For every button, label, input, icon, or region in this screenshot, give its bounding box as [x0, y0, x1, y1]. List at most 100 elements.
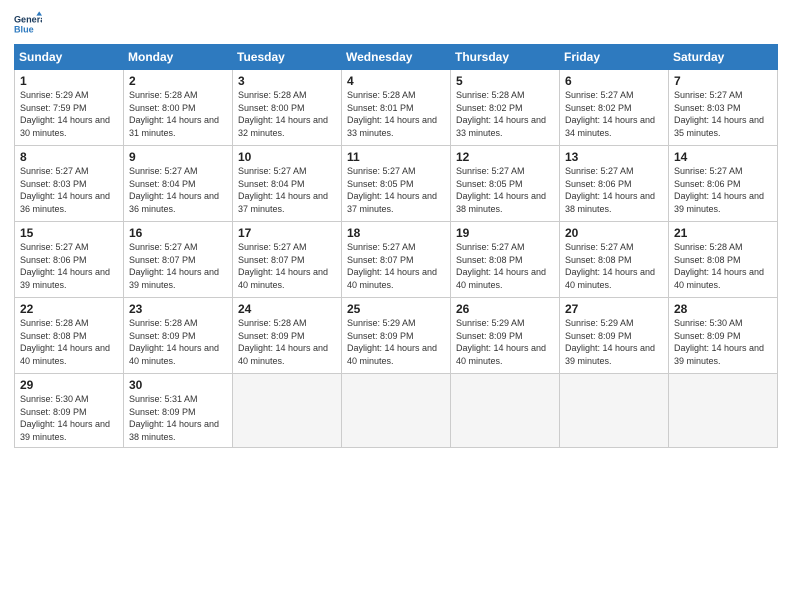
day-info: Sunrise: 5:28 AM Sunset: 8:00 PM Dayligh… [238, 89, 336, 139]
day-info: Sunrise: 5:27 AM Sunset: 8:06 PM Dayligh… [20, 241, 118, 291]
day-info: Sunrise: 5:27 AM Sunset: 8:08 PM Dayligh… [565, 241, 663, 291]
day-number: 15 [20, 226, 118, 240]
week-row: 1 Sunrise: 5:29 AM Sunset: 7:59 PM Dayli… [15, 70, 778, 146]
day-info: Sunrise: 5:30 AM Sunset: 8:09 PM Dayligh… [20, 393, 118, 443]
calendar-cell [342, 374, 451, 448]
day-number: 2 [129, 74, 227, 88]
day-info: Sunrise: 5:27 AM Sunset: 8:06 PM Dayligh… [565, 165, 663, 215]
day-info: Sunrise: 5:28 AM Sunset: 8:08 PM Dayligh… [674, 241, 772, 291]
day-info: Sunrise: 5:27 AM Sunset: 8:03 PM Dayligh… [20, 165, 118, 215]
day-number: 1 [20, 74, 118, 88]
calendar-cell [233, 374, 342, 448]
day-info: Sunrise: 5:27 AM Sunset: 8:04 PM Dayligh… [129, 165, 227, 215]
calendar-cell [451, 374, 560, 448]
day-info: Sunrise: 5:28 AM Sunset: 8:02 PM Dayligh… [456, 89, 554, 139]
calendar-cell: 30 Sunrise: 5:31 AM Sunset: 8:09 PM Dayl… [124, 374, 233, 448]
weekday-header: Wednesday [342, 45, 451, 70]
calendar-cell: 19 Sunrise: 5:27 AM Sunset: 8:08 PM Dayl… [451, 222, 560, 298]
day-number: 9 [129, 150, 227, 164]
calendar-cell: 17 Sunrise: 5:27 AM Sunset: 8:07 PM Dayl… [233, 222, 342, 298]
weekday-header: Tuesday [233, 45, 342, 70]
calendar-cell [669, 374, 778, 448]
day-number: 30 [129, 378, 227, 392]
day-number: 17 [238, 226, 336, 240]
calendar-cell: 12 Sunrise: 5:27 AM Sunset: 8:05 PM Dayl… [451, 146, 560, 222]
week-row: 22 Sunrise: 5:28 AM Sunset: 8:08 PM Dayl… [15, 298, 778, 374]
logo: General Blue [14, 10, 44, 38]
weekday-header: Sunday [15, 45, 124, 70]
calendar-cell: 2 Sunrise: 5:28 AM Sunset: 8:00 PM Dayli… [124, 70, 233, 146]
day-info: Sunrise: 5:31 AM Sunset: 8:09 PM Dayligh… [129, 393, 227, 443]
calendar-table: SundayMondayTuesdayWednesdayThursdayFrid… [14, 44, 778, 448]
day-number: 27 [565, 302, 663, 316]
day-info: Sunrise: 5:29 AM Sunset: 8:09 PM Dayligh… [565, 317, 663, 367]
calendar-cell: 26 Sunrise: 5:29 AM Sunset: 8:09 PM Dayl… [451, 298, 560, 374]
calendar-cell: 6 Sunrise: 5:27 AM Sunset: 8:02 PM Dayli… [560, 70, 669, 146]
day-info: Sunrise: 5:27 AM Sunset: 8:07 PM Dayligh… [238, 241, 336, 291]
week-row: 29 Sunrise: 5:30 AM Sunset: 8:09 PM Dayl… [15, 374, 778, 448]
day-number: 21 [674, 226, 772, 240]
calendar-cell: 27 Sunrise: 5:29 AM Sunset: 8:09 PM Dayl… [560, 298, 669, 374]
weekday-header-row: SundayMondayTuesdayWednesdayThursdayFrid… [15, 45, 778, 70]
day-number: 22 [20, 302, 118, 316]
day-info: Sunrise: 5:28 AM Sunset: 8:08 PM Dayligh… [20, 317, 118, 367]
day-number: 23 [129, 302, 227, 316]
day-number: 7 [674, 74, 772, 88]
calendar-cell: 25 Sunrise: 5:29 AM Sunset: 8:09 PM Dayl… [342, 298, 451, 374]
day-number: 13 [565, 150, 663, 164]
calendar-cell: 9 Sunrise: 5:27 AM Sunset: 8:04 PM Dayli… [124, 146, 233, 222]
svg-text:General: General [14, 15, 42, 25]
day-number: 29 [20, 378, 118, 392]
calendar-cell: 3 Sunrise: 5:28 AM Sunset: 8:00 PM Dayli… [233, 70, 342, 146]
calendar-cell: 16 Sunrise: 5:27 AM Sunset: 8:07 PM Dayl… [124, 222, 233, 298]
calendar-cell: 13 Sunrise: 5:27 AM Sunset: 8:06 PM Dayl… [560, 146, 669, 222]
day-info: Sunrise: 5:27 AM Sunset: 8:05 PM Dayligh… [456, 165, 554, 215]
day-number: 4 [347, 74, 445, 88]
calendar-cell: 1 Sunrise: 5:29 AM Sunset: 7:59 PM Dayli… [15, 70, 124, 146]
calendar-cell: 20 Sunrise: 5:27 AM Sunset: 8:08 PM Dayl… [560, 222, 669, 298]
calendar-cell: 21 Sunrise: 5:28 AM Sunset: 8:08 PM Dayl… [669, 222, 778, 298]
calendar-cell [560, 374, 669, 448]
calendar-cell: 4 Sunrise: 5:28 AM Sunset: 8:01 PM Dayli… [342, 70, 451, 146]
day-info: Sunrise: 5:30 AM Sunset: 8:09 PM Dayligh… [674, 317, 772, 367]
day-number: 25 [347, 302, 445, 316]
day-info: Sunrise: 5:28 AM Sunset: 8:09 PM Dayligh… [129, 317, 227, 367]
day-number: 16 [129, 226, 227, 240]
calendar-cell: 7 Sunrise: 5:27 AM Sunset: 8:03 PM Dayli… [669, 70, 778, 146]
calendar-cell: 15 Sunrise: 5:27 AM Sunset: 8:06 PM Dayl… [15, 222, 124, 298]
day-number: 18 [347, 226, 445, 240]
weekday-header: Friday [560, 45, 669, 70]
day-info: Sunrise: 5:29 AM Sunset: 8:09 PM Dayligh… [347, 317, 445, 367]
calendar-cell: 28 Sunrise: 5:30 AM Sunset: 8:09 PM Dayl… [669, 298, 778, 374]
weekday-header: Thursday [451, 45, 560, 70]
calendar-cell: 23 Sunrise: 5:28 AM Sunset: 8:09 PM Dayl… [124, 298, 233, 374]
calendar-cell: 5 Sunrise: 5:28 AM Sunset: 8:02 PM Dayli… [451, 70, 560, 146]
day-number: 19 [456, 226, 554, 240]
day-info: Sunrise: 5:27 AM Sunset: 8:02 PM Dayligh… [565, 89, 663, 139]
week-row: 8 Sunrise: 5:27 AM Sunset: 8:03 PM Dayli… [15, 146, 778, 222]
page: General Blue SundayMondayTuesdayWednesda… [0, 0, 792, 612]
day-number: 24 [238, 302, 336, 316]
day-info: Sunrise: 5:29 AM Sunset: 8:09 PM Dayligh… [456, 317, 554, 367]
weekday-header: Saturday [669, 45, 778, 70]
day-number: 6 [565, 74, 663, 88]
day-number: 3 [238, 74, 336, 88]
day-number: 14 [674, 150, 772, 164]
calendar-cell: 8 Sunrise: 5:27 AM Sunset: 8:03 PM Dayli… [15, 146, 124, 222]
day-info: Sunrise: 5:27 AM Sunset: 8:05 PM Dayligh… [347, 165, 445, 215]
day-number: 26 [456, 302, 554, 316]
svg-text:Blue: Blue [14, 24, 34, 34]
calendar-cell: 18 Sunrise: 5:27 AM Sunset: 8:07 PM Dayl… [342, 222, 451, 298]
day-info: Sunrise: 5:28 AM Sunset: 8:09 PM Dayligh… [238, 317, 336, 367]
day-info: Sunrise: 5:29 AM Sunset: 7:59 PM Dayligh… [20, 89, 118, 139]
calendar-cell: 11 Sunrise: 5:27 AM Sunset: 8:05 PM Dayl… [342, 146, 451, 222]
weekday-header: Monday [124, 45, 233, 70]
day-number: 12 [456, 150, 554, 164]
day-info: Sunrise: 5:28 AM Sunset: 8:00 PM Dayligh… [129, 89, 227, 139]
logo-icon: General Blue [14, 10, 42, 38]
calendar-cell: 22 Sunrise: 5:28 AM Sunset: 8:08 PM Dayl… [15, 298, 124, 374]
day-info: Sunrise: 5:27 AM Sunset: 8:04 PM Dayligh… [238, 165, 336, 215]
day-number: 28 [674, 302, 772, 316]
day-info: Sunrise: 5:28 AM Sunset: 8:01 PM Dayligh… [347, 89, 445, 139]
day-number: 8 [20, 150, 118, 164]
